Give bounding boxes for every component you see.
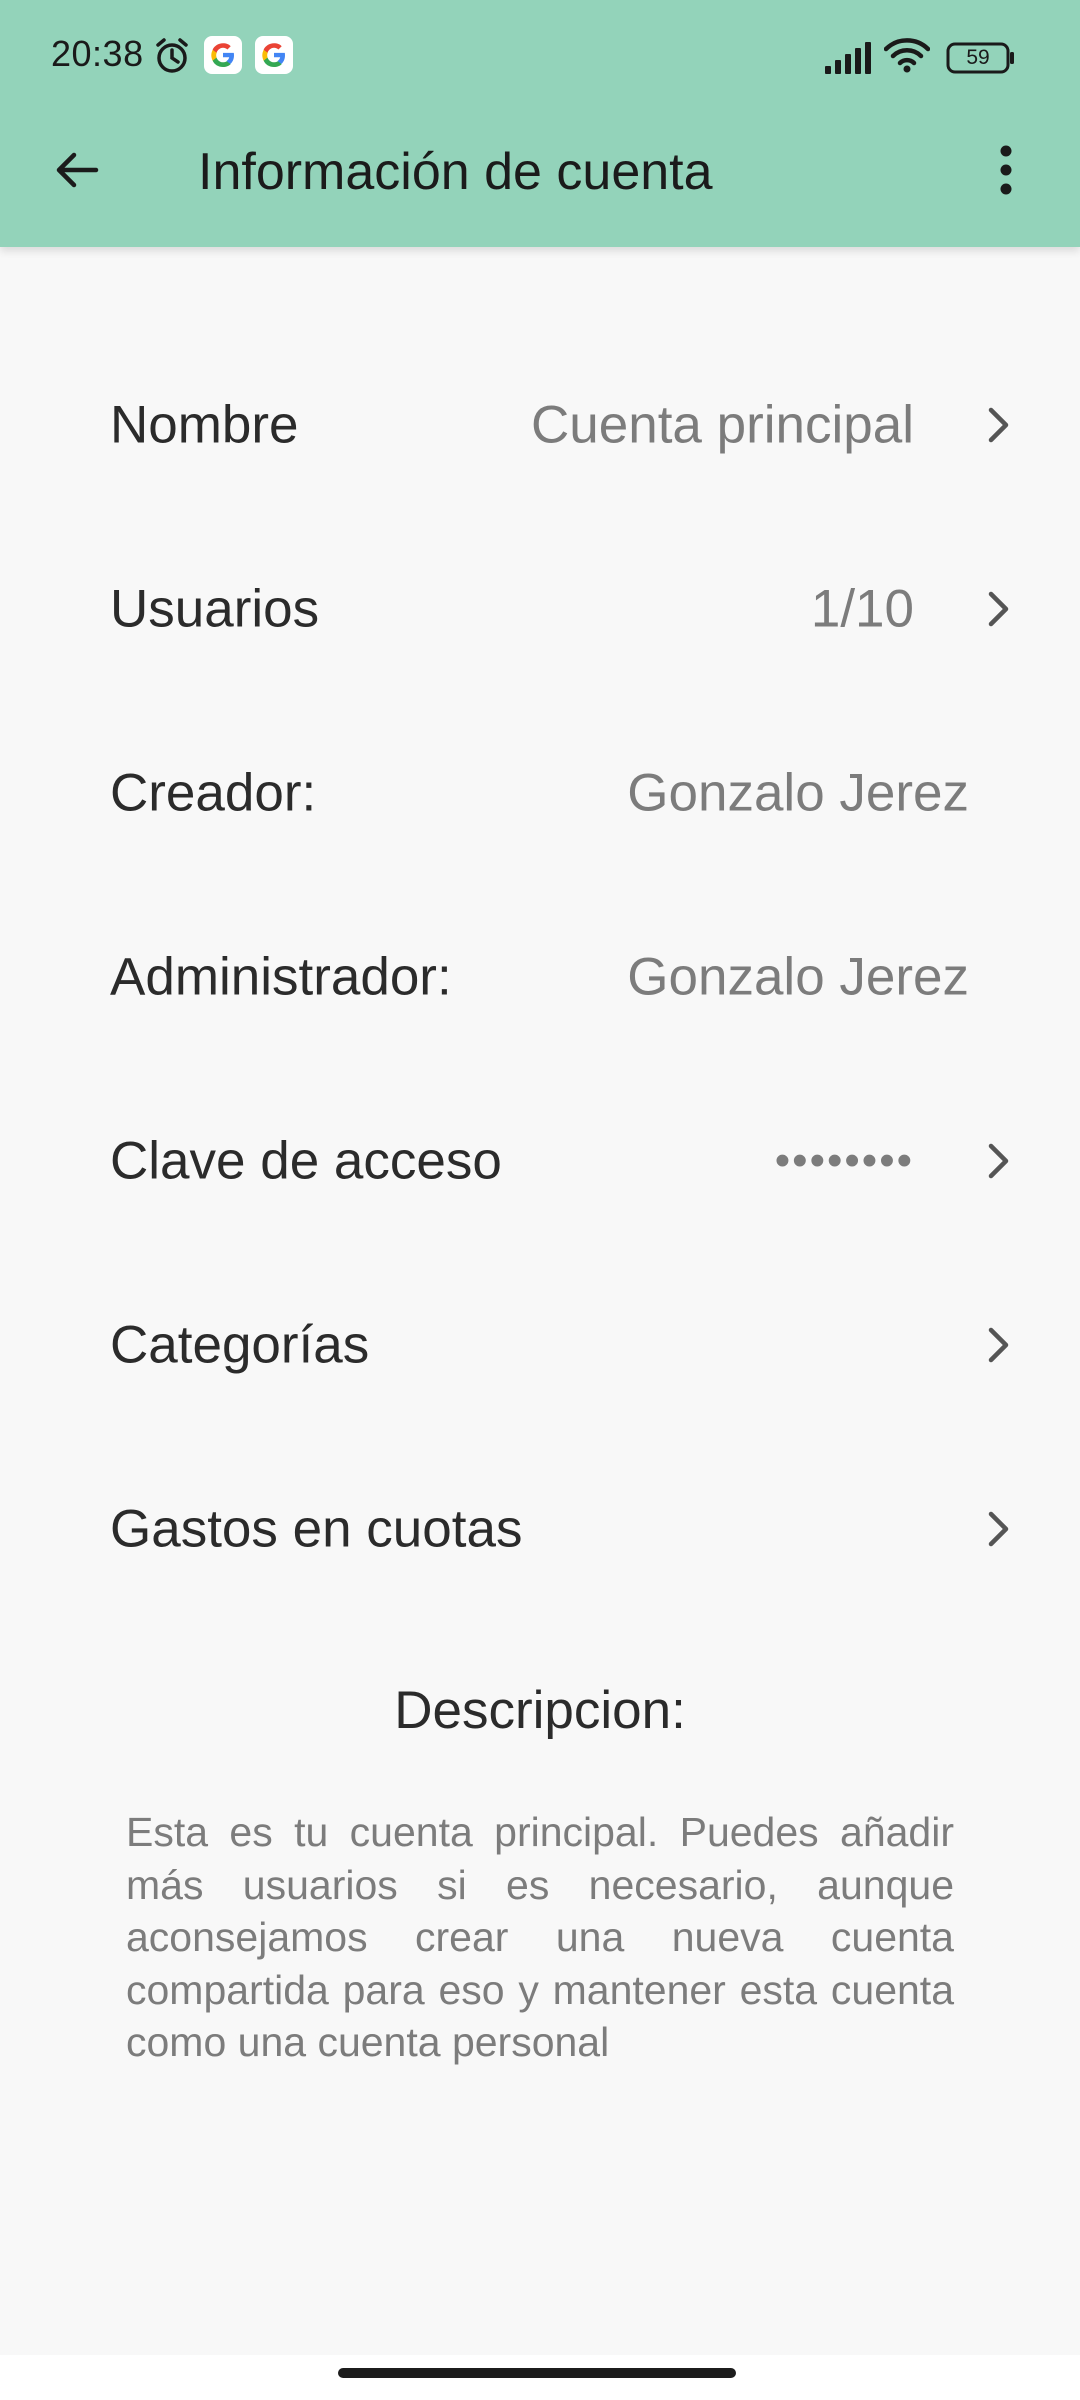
more-vertical-icon [996, 144, 1016, 201]
row-label: Usuarios [110, 579, 320, 639]
wifi-icon [883, 36, 931, 79]
row-value: Gonzalo Jerez [627, 947, 969, 1007]
overflow-menu-button[interactable] [966, 132, 1046, 212]
signal-icon [823, 40, 873, 79]
page-title: Información de cuenta [198, 143, 713, 201]
row-value: Gonzalo Jerez [627, 763, 969, 823]
chevron-right-icon [984, 1139, 1014, 1183]
row-label: Gastos en cuotas [110, 1499, 523, 1559]
battery-icon: 59 [946, 41, 1016, 80]
row-creador: Creador: Gonzalo Jerez [0, 701, 1080, 885]
row-label: Administrador: [110, 947, 452, 1007]
chevron-right-icon [984, 1323, 1014, 1367]
status-time: 20:38 [51, 33, 144, 74]
alarm-icon [152, 36, 192, 81]
battery-level: 59 [966, 46, 990, 69]
row-label: Nombre [110, 395, 299, 455]
chevron-right-icon [984, 1507, 1014, 1551]
chevron-right-icon [984, 587, 1014, 631]
google-icon [204, 36, 242, 74]
row-value: Cuenta principal [530, 395, 914, 455]
row-label: Creador: [110, 763, 317, 823]
app-bar: 20:38 59 Información de cuenta [0, 0, 1080, 247]
row-label: Clave de acceso [110, 1131, 502, 1191]
description-title: Descripcion: [394, 1681, 686, 1740]
google-icon [255, 36, 293, 74]
chevron-right-icon [984, 403, 1014, 447]
row-clave-de-acceso[interactable]: Clave de acceso •••••••• [0, 1069, 1080, 1253]
row-administrador: Administrador: Gonzalo Jerez [0, 885, 1080, 1069]
row-usuarios[interactable]: Usuarios 1/10 [0, 517, 1080, 701]
row-gastos-en-cuotas[interactable]: Gastos en cuotas [0, 1437, 1080, 1621]
home-indicator[interactable] [338, 2368, 736, 2378]
row-value: 1/10 [810, 579, 914, 639]
row-categorias[interactable]: Categorías [0, 1253, 1080, 1437]
row-nombre[interactable]: Nombre Cuenta principal [0, 333, 1080, 517]
description-text: Esta es tu cuenta principal. Puedes añad… [126, 1809, 954, 2065]
row-value: •••••••• [774, 1136, 914, 1185]
back-button[interactable] [37, 132, 117, 212]
arrow-left-icon [52, 145, 102, 200]
row-label: Categorías [110, 1315, 370, 1375]
status-bar: 20:38 59 [0, 0, 1080, 114]
